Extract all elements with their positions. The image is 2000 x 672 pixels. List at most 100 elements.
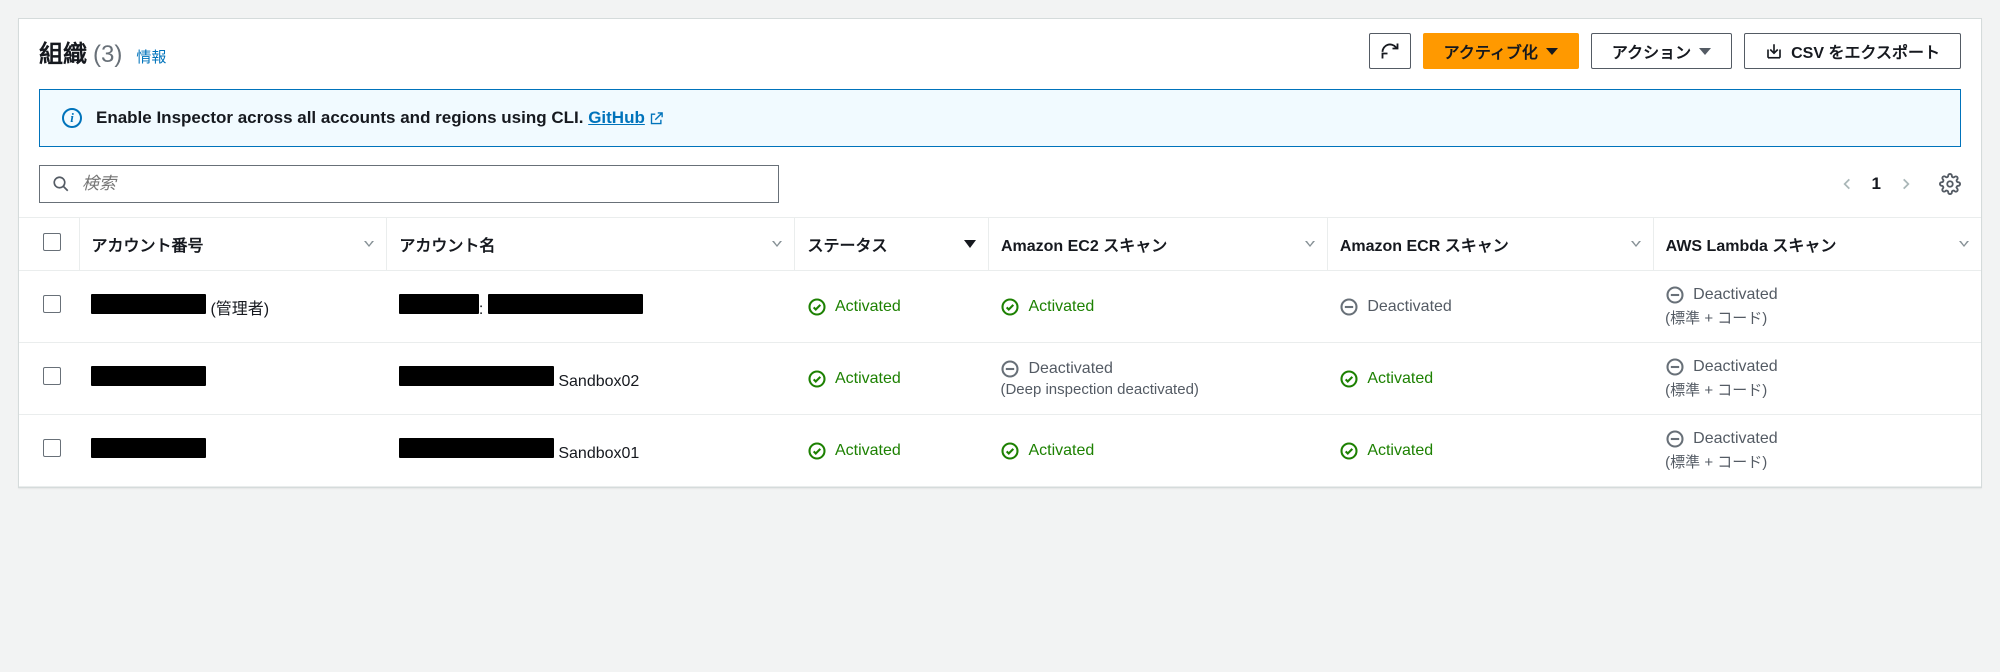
minus-circle-icon	[1665, 285, 1685, 305]
status-badge: Deactivated	[1665, 357, 1969, 377]
page-title: 組織	[39, 34, 87, 69]
col-account-name[interactable]: アカウント名	[387, 218, 795, 271]
sort-icon	[1631, 241, 1641, 247]
accounts-table: アカウント番号 アカウント名 ステータス Amazon EC2 スキャン Ama…	[19, 217, 1981, 487]
cell-lambda: Deactivated(標準 + コード)	[1653, 271, 1981, 343]
cell-ec2: Activated	[988, 415, 1327, 487]
col-status[interactable]: ステータス	[795, 218, 988, 271]
pagination: 1	[1840, 173, 1961, 195]
cell-status: Activated	[795, 343, 988, 415]
table-row: Sandbox02 Activated Deactivated (Deep ins…	[19, 343, 1981, 415]
redacted-text	[399, 294, 479, 314]
minus-circle-icon	[1000, 359, 1020, 379]
activate-button[interactable]: アクティブ化	[1423, 33, 1579, 69]
table-row: (管理者) : Activated Activated Deactivated …	[19, 271, 1981, 343]
check-circle-icon	[1000, 441, 1020, 461]
actions-button[interactable]: アクション	[1591, 33, 1732, 69]
status-badge: Activated	[1339, 441, 1641, 461]
select-all-checkbox[interactable]	[43, 233, 61, 251]
export-csv-button[interactable]: CSV をエクスポート	[1744, 33, 1961, 69]
minus-circle-icon	[1665, 429, 1685, 449]
cell-account-name: Sandbox01	[387, 415, 795, 487]
status-badge: Activated	[807, 369, 976, 389]
prev-page-button[interactable]	[1840, 174, 1854, 194]
activate-label: アクティブ化	[1444, 39, 1538, 63]
cell-ecr: Activated	[1327, 415, 1653, 487]
status-badge: Activated	[1000, 297, 1315, 317]
redacted-text	[91, 294, 206, 314]
cell-account-no	[79, 415, 387, 487]
status-badge: Deactivated	[1665, 429, 1969, 449]
col-ecr[interactable]: Amazon ECR スキャン	[1327, 218, 1653, 271]
status-badge: Deactivated	[1665, 285, 1969, 305]
cell-ecr: Deactivated	[1327, 271, 1653, 343]
check-circle-icon	[807, 441, 827, 461]
sort-icon	[1305, 241, 1315, 247]
cell-lambda: Deactivated(標準 + コード)	[1653, 415, 1981, 487]
cell-account-name: Sandbox02	[387, 343, 795, 415]
col-account-no[interactable]: アカウント番号	[79, 218, 387, 271]
caret-down-icon	[1699, 48, 1711, 55]
cell-ec2: Deactivated (Deep inspection deactivated)	[988, 343, 1327, 415]
info-icon: i	[62, 108, 82, 128]
col-ec2[interactable]: Amazon EC2 スキャン	[988, 218, 1327, 271]
settings-button[interactable]	[1939, 173, 1961, 195]
check-circle-icon	[1000, 297, 1020, 317]
cell-status: Activated	[795, 415, 988, 487]
search-box[interactable]	[39, 165, 779, 203]
panel-header: 組織 (3) 情報 アクティブ化 アクション CSV をエクスポート	[19, 19, 1981, 69]
check-circle-icon	[1339, 441, 1359, 461]
status-subtext: (標準 + コード)	[1665, 307, 1969, 328]
actions-label: アクション	[1612, 39, 1691, 63]
gear-icon	[1939, 173, 1961, 195]
github-link-label: GitHub	[588, 108, 645, 128]
refresh-button[interactable]	[1369, 33, 1411, 69]
sort-icon	[364, 241, 374, 247]
status-badge: Activated	[807, 441, 976, 461]
search-input[interactable]	[80, 173, 766, 195]
download-icon	[1765, 42, 1783, 60]
check-circle-icon	[807, 369, 827, 389]
col-lambda[interactable]: AWS Lambda スキャン	[1653, 218, 1981, 271]
status-badge: Deactivated	[1000, 359, 1315, 379]
search-icon	[52, 175, 70, 193]
cell-account-no	[79, 343, 387, 415]
sort-icon	[1959, 241, 1969, 247]
row-checkbox[interactable]	[43, 439, 61, 457]
redacted-text	[488, 294, 643, 314]
redacted-text	[91, 366, 206, 386]
info-banner: i Enable Inspector across all accounts a…	[39, 89, 1961, 147]
status-badge: Activated	[1339, 369, 1641, 389]
caret-down-icon	[1546, 48, 1558, 55]
status-subtext: (Deep inspection deactivated)	[1000, 381, 1315, 398]
status-badge: Activated	[807, 297, 976, 317]
check-circle-icon	[807, 297, 827, 317]
cell-account-name: :	[387, 271, 795, 343]
cell-lambda: Deactivated(標準 + コード)	[1653, 343, 1981, 415]
table-tools: 1	[19, 147, 1981, 217]
info-link[interactable]: 情報	[136, 46, 166, 67]
page-number: 1	[1872, 174, 1881, 194]
organization-panel: 組織 (3) 情報 アクティブ化 アクション CSV をエクスポート i	[18, 18, 1982, 488]
cell-ecr: Activated	[1327, 343, 1653, 415]
status-badge: Deactivated	[1339, 297, 1641, 317]
redacted-text	[399, 438, 554, 458]
minus-circle-icon	[1339, 297, 1359, 317]
redacted-text	[91, 438, 206, 458]
next-page-button[interactable]	[1899, 174, 1913, 194]
cell-account-no: (管理者)	[79, 271, 387, 343]
cell-status: Activated	[795, 271, 988, 343]
github-link[interactable]: GitHub	[588, 108, 664, 128]
external-link-icon	[649, 111, 664, 126]
redacted-text	[399, 366, 554, 386]
row-checkbox[interactable]	[43, 295, 61, 313]
minus-circle-icon	[1665, 357, 1685, 377]
refresh-icon	[1380, 41, 1400, 61]
item-count: (3)	[93, 41, 122, 69]
cell-ec2: Activated	[988, 271, 1327, 343]
row-checkbox[interactable]	[43, 367, 61, 385]
chevron-left-icon	[1840, 174, 1854, 194]
status-subtext: (標準 + コード)	[1665, 379, 1969, 400]
banner-text: Enable Inspector across all accounts and…	[96, 108, 583, 127]
chevron-right-icon	[1899, 174, 1913, 194]
